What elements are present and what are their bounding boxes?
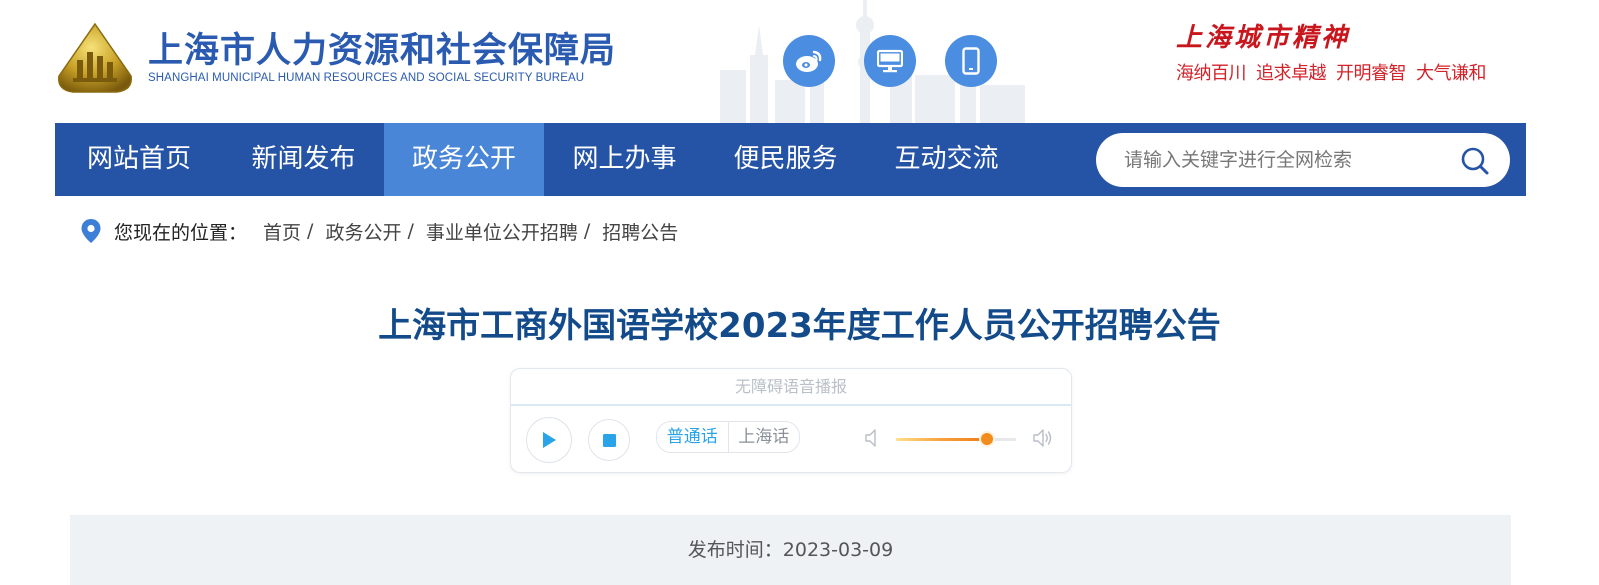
stop-button[interactable] xyxy=(588,419,630,461)
publish-info-bar: 发布时间：2023-03-09 xyxy=(70,515,1511,585)
motto-item: 大气谦和 xyxy=(1416,63,1487,84)
dialect-mandarin-option[interactable]: 普通话 xyxy=(657,422,728,452)
breadcrumb-label: 您现在的位置： xyxy=(114,221,248,244)
city-spirit-title: 上海城市精神 xyxy=(1176,23,1351,53)
audio-player: 无障碍语音播报 普通话 上海话 xyxy=(510,368,1072,473)
volume-slider-fill xyxy=(896,438,988,441)
play-button[interactable] xyxy=(526,417,572,463)
site-header: 上海市人力资源和社会保障局 SHANGHAI MUNICIPAL HUMAN R… xyxy=(0,0,1599,123)
breadcrumb-link-home[interactable]: 首页 xyxy=(263,218,301,245)
stop-icon xyxy=(602,433,616,447)
mobile-icon xyxy=(962,47,980,75)
article-title: 上海市工商外国语学校2023年度工作人员公开招聘公告 xyxy=(378,306,1221,346)
nav-item-government-affairs[interactable]: 政务公开 xyxy=(384,123,544,196)
search-input[interactable] xyxy=(1124,133,1444,187)
breadcrumb-separator: / xyxy=(307,220,314,242)
breadcrumb-link-government-affairs[interactable]: 政务公开 xyxy=(325,218,401,245)
site-title[interactable]: 上海市人力资源和社会保障局 xyxy=(148,22,616,73)
search-icon[interactable] xyxy=(1460,146,1490,176)
motto-item: 海纳百川 xyxy=(1176,63,1247,84)
nav-item-home[interactable]: 网站首页 xyxy=(55,123,223,196)
volume-high-icon[interactable] xyxy=(1031,427,1053,449)
location-pin-icon xyxy=(81,219,101,243)
breadcrumb: 您现在的位置： 首页 / 政务公开 / 事业单位公开招聘 / 招聘公告 xyxy=(80,216,678,246)
breadcrumb-link-recruitment[interactable]: 事业单位公开招聘 xyxy=(426,218,578,245)
nav-item-news[interactable]: 新闻发布 xyxy=(223,123,384,196)
site-subtitle: SHANGHAI MUNICIPAL HUMAN RESOURCES AND S… xyxy=(148,72,585,84)
publish-time: 发布时间：2023-03-09 xyxy=(687,539,894,561)
breadcrumb-separator: / xyxy=(407,220,414,242)
dialect-toggle: 普通话 上海话 xyxy=(656,421,800,453)
mobile-button[interactable] xyxy=(945,35,997,87)
volume-low-icon[interactable] xyxy=(863,427,885,449)
motto-item: 追求卓越 xyxy=(1256,63,1327,84)
nav-item-public-services[interactable]: 便民服务 xyxy=(705,123,866,196)
weibo-button[interactable] xyxy=(783,35,835,87)
hrss-emblem-icon[interactable] xyxy=(55,22,135,94)
volume-slider[interactable] xyxy=(896,433,1016,445)
breadcrumb-link-announcement[interactable]: 招聘公告 xyxy=(602,218,678,245)
city-spirit-motto: 海纳百川 追求卓越 开明睿智 大气谦和 xyxy=(1176,59,1487,85)
nav-item-online-services[interactable]: 网上办事 xyxy=(544,123,705,196)
volume-slider-handle[interactable] xyxy=(981,433,994,445)
motto-item: 开明睿智 xyxy=(1336,63,1407,84)
desktop-button[interactable] xyxy=(864,35,916,87)
weibo-icon xyxy=(796,50,822,72)
dialect-shanghainese-option[interactable]: 上海话 xyxy=(727,422,800,452)
breadcrumb-separator: / xyxy=(583,220,591,242)
desktop-icon xyxy=(877,49,903,73)
audio-player-title: 无障碍语音播报 xyxy=(511,369,1071,406)
play-icon xyxy=(543,432,556,448)
nav-item-interaction[interactable]: 互动交流 xyxy=(866,123,1027,196)
search-box xyxy=(1096,133,1510,187)
